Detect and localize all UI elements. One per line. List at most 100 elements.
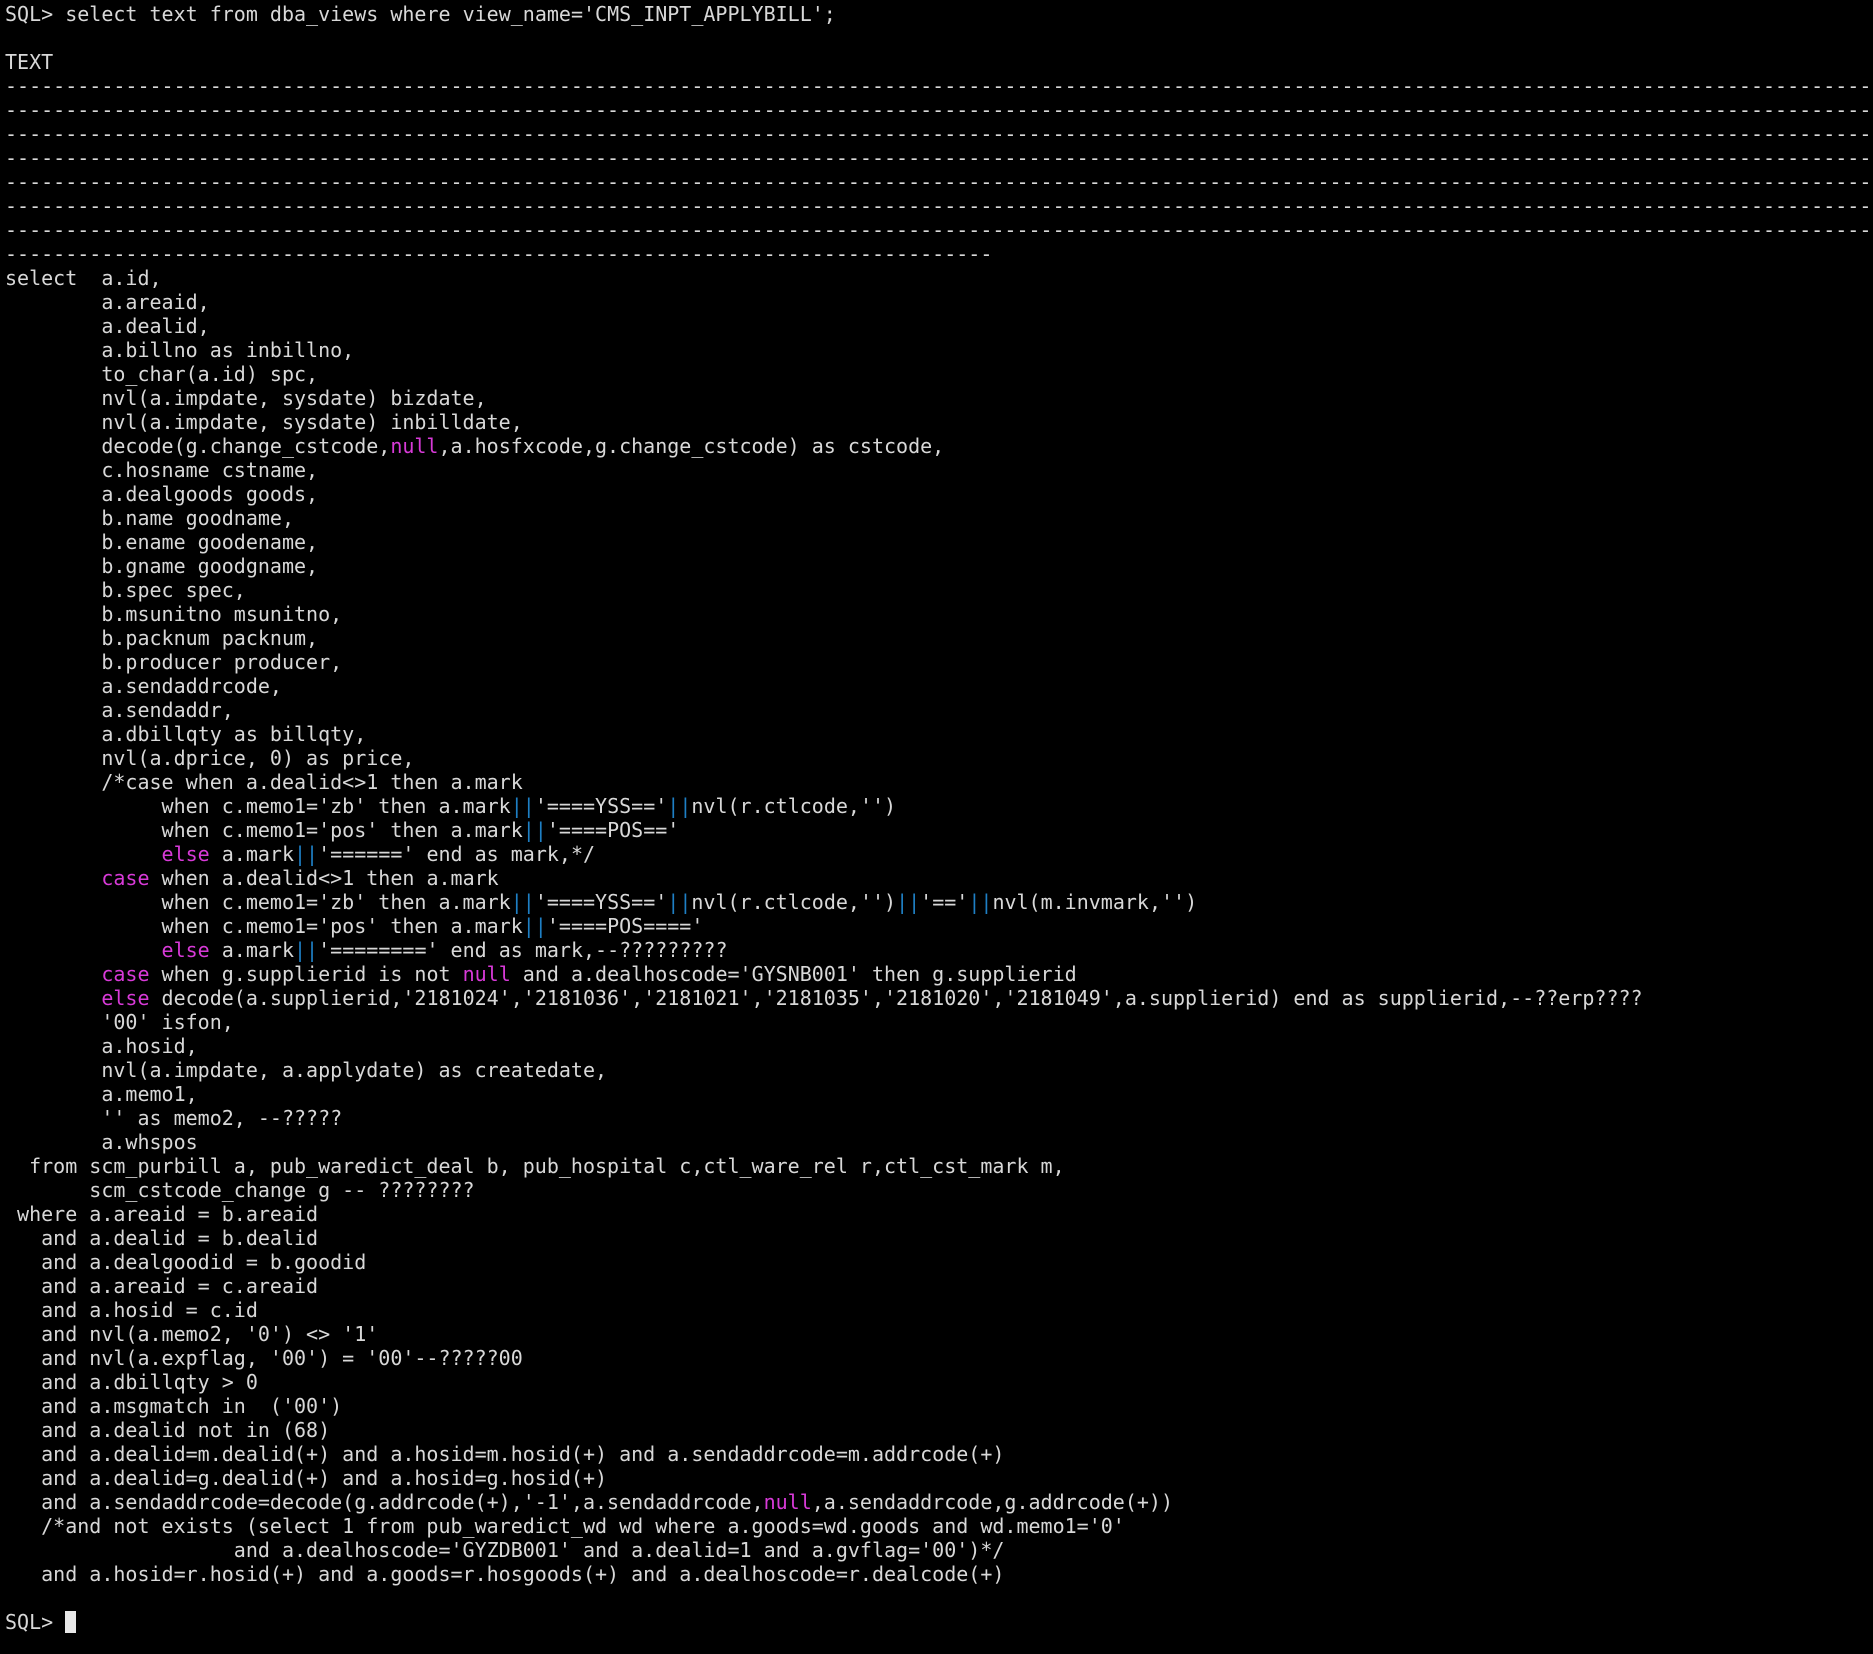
- prompt: SQL>: [5, 2, 66, 26]
- sql-line: a.dealid,: [5, 314, 1873, 338]
- sql-text: a.dbillqty as billqty,: [5, 722, 367, 746]
- sql-line: nvl(a.impdate, a.applydate) as createdat…: [5, 1058, 1873, 1082]
- sql-text: when c.memo1='zb' then a.mark: [5, 890, 511, 914]
- sql-line: select a.id,: [5, 266, 1873, 290]
- sql-concat-operator: ||: [522, 818, 547, 842]
- sql-concat-operator: ||: [896, 890, 921, 914]
- sql-text: c.hosname cstname,: [5, 458, 319, 482]
- separator-line: ----------------------------------------…: [5, 218, 1873, 242]
- sql-text: b.ename goodename,: [5, 530, 319, 554]
- sql-text: b.spec spec,: [5, 578, 246, 602]
- sql-keyword: null: [390, 434, 439, 458]
- sql-line: and a.dealid not in (68): [5, 1418, 1873, 1442]
- sql-text: and nvl(a.memo2, '0') <> '1': [5, 1322, 379, 1346]
- sql-line: a.areaid,: [5, 290, 1873, 314]
- separator-line: ----------------------------------------…: [5, 146, 1873, 170]
- sql-text: b.name goodname,: [5, 506, 294, 530]
- sql-line: and a.dealhoscode='GYZDB001' and a.deali…: [5, 1538, 1873, 1562]
- sql-line: and a.dealid = b.dealid: [5, 1226, 1873, 1250]
- sql-line: a.dbillqty as billqty,: [5, 722, 1873, 746]
- final-prompt-line[interactable]: SQL>: [5, 1610, 1873, 1634]
- sql-text: '00' isfon,: [5, 1010, 234, 1034]
- sql-line: a.sendaddr,: [5, 698, 1873, 722]
- command-text: select text from dba_views where view_na…: [65, 2, 836, 26]
- sql-line: when c.memo1='pos' then a.mark||'====POS…: [5, 818, 1873, 842]
- sql-line: and a.dealid=m.dealid(+) and a.hosid=m.h…: [5, 1442, 1873, 1466]
- sql-text: and a.areaid = c.areaid: [5, 1274, 319, 1298]
- sql-text: nvl(r.ctlcode,''): [691, 890, 897, 914]
- sql-line: and nvl(a.memo2, '0') <> '1': [5, 1322, 1873, 1346]
- sql-concat-operator: ||: [294, 842, 319, 866]
- sql-concat-operator: ||: [294, 938, 319, 962]
- sql-line: and a.areaid = c.areaid: [5, 1274, 1873, 1298]
- sql-line: nvl(a.dprice, 0) as price,: [5, 746, 1873, 770]
- sql-text: b.producer producer,: [5, 650, 343, 674]
- sql-line: /*and not exists (select 1 from pub_ware…: [5, 1514, 1873, 1538]
- sql-keyword: null: [462, 962, 511, 986]
- sql-text: b.gname goodgname,: [5, 554, 319, 578]
- sql-text: a.mark: [209, 842, 295, 866]
- sql-line: where a.areaid = b.areaid: [5, 1202, 1873, 1226]
- separator-line: ----------------------------------------…: [5, 170, 1873, 194]
- sql-keyword: case: [101, 962, 150, 986]
- sql-text: nvl(m.invmark,''): [992, 890, 1198, 914]
- separator-line: ----------------------------------------…: [5, 242, 993, 266]
- sql-line: and a.hosid = c.id: [5, 1298, 1873, 1322]
- sql-line: and a.dbillqty > 0: [5, 1370, 1873, 1394]
- sql-text: where a.areaid = b.areaid: [5, 1202, 319, 1226]
- separator-line: ----------------------------------------…: [5, 74, 1873, 98]
- sql-line: b.producer producer,: [5, 650, 1873, 674]
- sql-text: '' as memo2, --?????: [5, 1106, 343, 1130]
- sql-line: and a.dealid=g.dealid(+) and a.hosid=g.h…: [5, 1466, 1873, 1490]
- sql-text: a.whspos: [5, 1130, 198, 1154]
- sql-concat-operator: ||: [510, 794, 535, 818]
- sql-keyword: else: [101, 986, 150, 1010]
- sql-line: a.billno as inbillno,: [5, 338, 1873, 362]
- column-header: TEXT: [5, 50, 54, 74]
- separator-line: ----------------------------------------…: [5, 194, 1873, 218]
- sql-line: else decode(a.supplierid,'2181024','2181…: [5, 986, 1873, 1010]
- sql-line: and a.sendaddrcode=decode(g.addrcode(+),…: [5, 1490, 1873, 1514]
- cursor: [65, 1611, 77, 1633]
- sql-text: when c.memo1='pos' then a.mark: [5, 914, 523, 938]
- sql-text: and a.hosid = c.id: [5, 1298, 258, 1322]
- sql-text: a.dealid,: [5, 314, 210, 338]
- sql-line: b.spec spec,: [5, 578, 1873, 602]
- sql-concat-operator: ||: [667, 794, 692, 818]
- sql-line: /*case when a.dealid<>1 then a.mark: [5, 770, 1873, 794]
- sql-line: when c.memo1='zb' then a.mark||'====YSS=…: [5, 794, 1873, 818]
- sql-text: and a.dealhoscode='GYZDB001' and a.deali…: [5, 1538, 1005, 1562]
- sql-line: and a.dealgoodid = b.goodid: [5, 1250, 1873, 1274]
- sql-text: a.sendaddr,: [5, 698, 234, 722]
- sql-line: decode(g.change_cstcode,null,a.hosfxcode…: [5, 434, 1873, 458]
- sql-line: and a.hosid=r.hosid(+) and a.goods=r.hos…: [5, 1562, 1873, 1586]
- sql-text: '====POS==': [546, 818, 680, 842]
- sql-concat-operator: ||: [667, 890, 692, 914]
- sql-line: '' as memo2, --?????: [5, 1106, 1873, 1130]
- sql-text: scm_cstcode_change g -- ????????: [5, 1178, 475, 1202]
- sql-line: from scm_purbill a, pub_waredict_deal b,…: [5, 1154, 1873, 1178]
- sql-text: and a.dealid not in (68): [5, 1418, 331, 1442]
- sql-text: and a.sendaddrcode=decode(g.addrcode(+),…: [5, 1490, 764, 1514]
- sql-line: a.sendaddrcode,: [5, 674, 1873, 698]
- terminal-window[interactable]: SQL> select text from dba_views where vi…: [0, 0, 1873, 1654]
- sql-line: when c.memo1='pos' then a.mark||'====POS…: [5, 914, 1873, 938]
- sql-line: scm_cstcode_change g -- ????????: [5, 1178, 1873, 1202]
- sql-text: a.dealgoods goods,: [5, 482, 319, 506]
- sql-text: when c.memo1='zb' then a.mark: [5, 794, 511, 818]
- separator-line: ----------------------------------------…: [5, 98, 1873, 122]
- sql-keyword: case: [101, 866, 150, 890]
- sql-text: a.memo1,: [5, 1082, 198, 1106]
- sql-line: '00' isfon,: [5, 1010, 1873, 1034]
- sql-line: b.name goodname,: [5, 506, 1873, 530]
- sql-line: b.ename goodename,: [5, 530, 1873, 554]
- sql-text: '====YSS==': [534, 794, 668, 818]
- sql-text: '========' end as mark,--?????????: [318, 938, 728, 962]
- sql-line: a.memo1,: [5, 1082, 1873, 1106]
- sql-line: to_char(a.id) spc,: [5, 362, 1873, 386]
